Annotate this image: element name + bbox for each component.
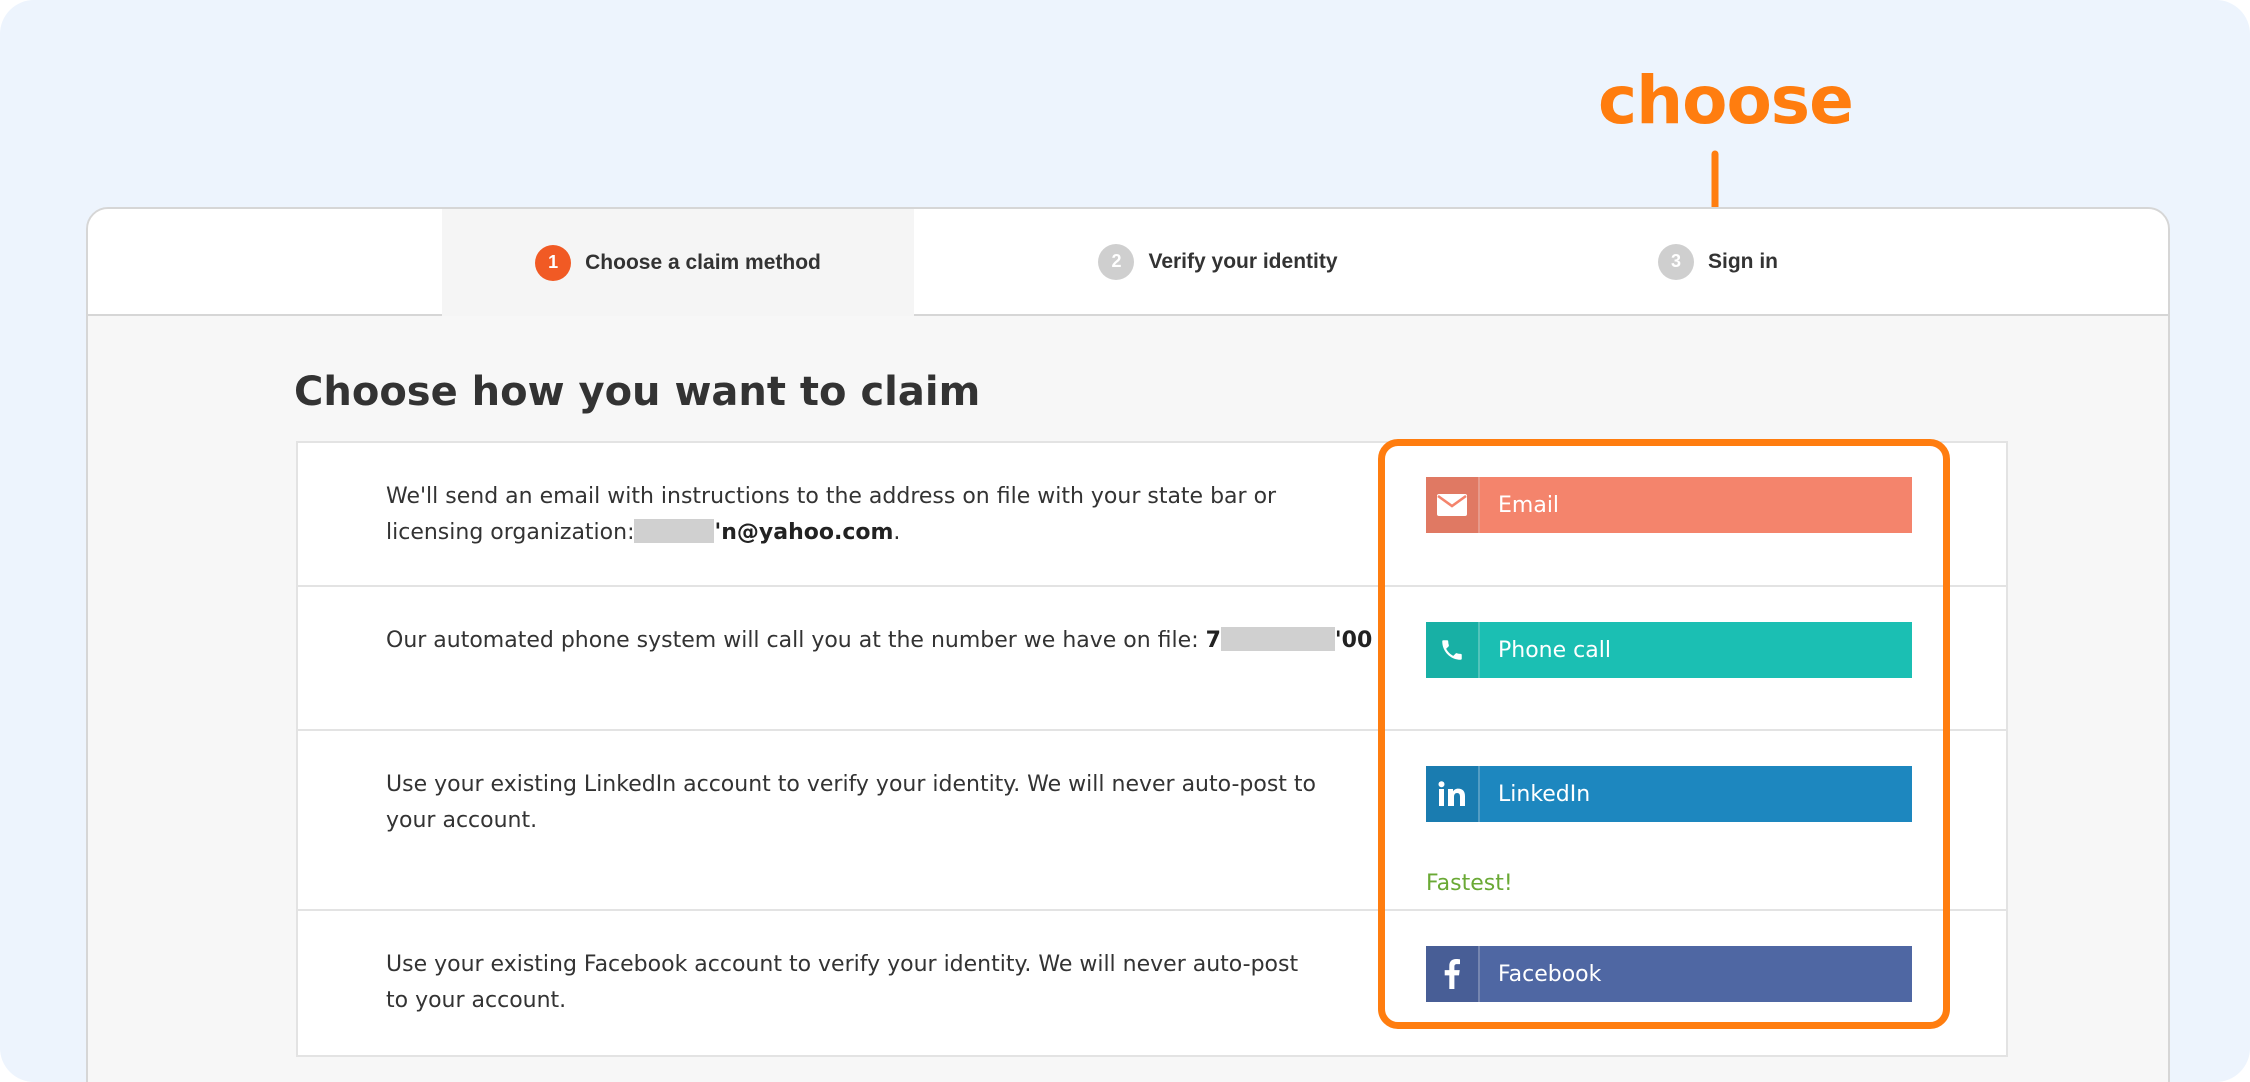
page-title: Choose how you want to claim	[294, 369, 981, 415]
redacted-block	[634, 519, 715, 543]
step-number: 2	[1098, 243, 1135, 280]
step-verify-identity: 2 Verify your identity	[1028, 209, 1408, 314]
annotation-highlight-box	[1378, 439, 1950, 1029]
facebook-description: Use your existing Facebook account to ve…	[386, 952, 1299, 1013]
redacted-block	[1220, 627, 1335, 651]
step-choose-claim-method: 1 Choose a claim method	[442, 209, 914, 316]
phone-description: Our automated phone system will call you…	[386, 623, 1386, 659]
step-number: 1	[535, 244, 572, 281]
step-label: Choose a claim method	[585, 250, 821, 274]
phone-number-start: 7	[1205, 628, 1221, 653]
screenshot-canvas: choose 1 Choose a claim method 2 Verify …	[0, 0, 2250, 1082]
stepper: 1 Choose a claim method 2 Verify your id…	[88, 209, 2168, 316]
step-label: Sign in	[1708, 249, 1778, 273]
annotation-choose-label: choose	[1598, 62, 1854, 139]
step-number: 3	[1658, 243, 1694, 280]
step-label: Verify your identity	[1148, 249, 1338, 273]
phone-description-text: Our automated phone system will call you…	[386, 628, 1206, 653]
step-sign-in: 3 Sign in	[1548, 209, 1888, 314]
email-description-end: .	[893, 520, 901, 545]
email-description: We'll send an email with instructions to…	[386, 479, 1316, 551]
masked-email-address: 'n@yahoo.com	[714, 520, 894, 545]
phone-number-end: '00	[1334, 628, 1373, 653]
linkedin-description: Use your existing LinkedIn account to ve…	[386, 772, 1317, 833]
